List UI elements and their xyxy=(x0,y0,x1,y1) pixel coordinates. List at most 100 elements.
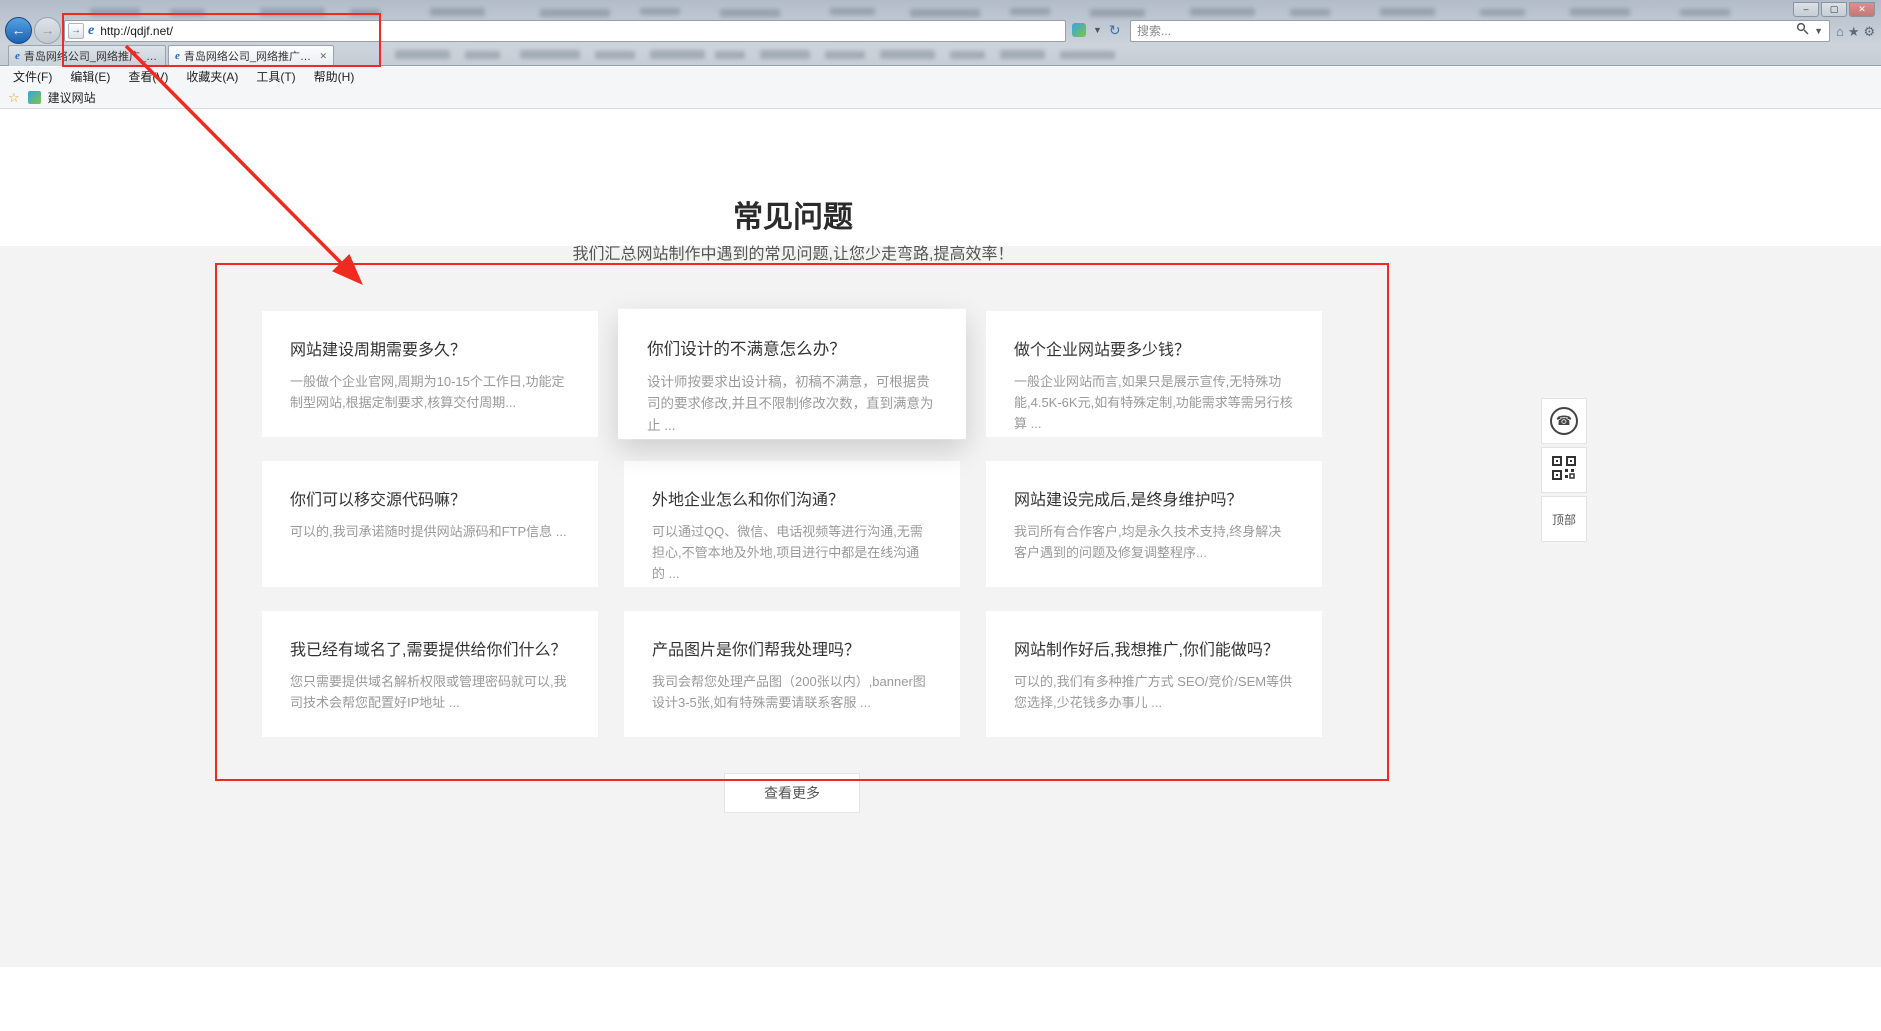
faq-card-title: 外地企业怎么和你们沟通？ xyxy=(652,486,932,510)
refresh-icon[interactable]: ↻ xyxy=(1109,23,1121,37)
menu-item[interactable]: 编辑(E) xyxy=(61,67,119,87)
blur-artifact xyxy=(1380,8,1435,16)
home-icon[interactable]: ⌂ xyxy=(1836,24,1844,40)
minimize-button[interactable]: – xyxy=(1793,2,1819,17)
close-button[interactable]: ✕ xyxy=(1849,2,1875,17)
faq-card-title: 我已经有域名了,需要提供给你们什么？ xyxy=(290,636,570,660)
faq-card[interactable]: 你们设计的不满意怎么办？ 设计师按要求出设计稿，初稿不满意，可根据贵司的要求修改… xyxy=(618,309,966,439)
faq-card[interactable]: 网站建设周期需要多久？ 一般做个企业官网,周期为10-15个工作日,功能定制型网… xyxy=(262,311,598,437)
faq-card-title: 网站建设完成后,是终身维护吗？ xyxy=(1014,486,1294,510)
back-to-top-widget[interactable]: 顶部 xyxy=(1541,496,1587,542)
tab-label: 青岛网络公司_网络推广_网... xyxy=(184,48,315,64)
browser-tab-2[interactable]: e 青岛网络公司_网络推广_网... ✕ xyxy=(168,45,334,66)
blur-artifact xyxy=(910,9,980,17)
favorites-star-icon[interactable]: ☆ xyxy=(8,90,20,106)
browser-tab-1[interactable]: e 青岛网络公司_网络推广_网站... xyxy=(8,45,166,66)
window-controls: – ▢ ✕ xyxy=(1793,2,1875,17)
faq-card-body: 您只需要提供域名解析权限或管理密码就可以,我司技术会帮您配置好IP地址 ... xyxy=(290,671,570,713)
menu-item[interactable]: 文件(F) xyxy=(4,67,61,87)
suggested-sites-icon xyxy=(28,91,41,104)
search-input[interactable] xyxy=(1137,24,1796,38)
search-dropdown-icon[interactable]: ▼ xyxy=(1814,26,1823,36)
faq-card[interactable]: 产品图片是你们帮我处理吗？ 我司会帮您处理产品图（200张以内）,banner图… xyxy=(624,611,960,737)
blur-artifact xyxy=(430,8,485,16)
back-button[interactable]: ← xyxy=(5,17,32,44)
faq-card[interactable]: 我已经有域名了,需要提供给你们什么？ 您只需要提供域名解析权限或管理密码就可以,… xyxy=(262,611,598,737)
menu-item[interactable]: 查看(V) xyxy=(119,67,177,87)
faq-card-body: 设计师按要求出设计稿，初稿不满意，可根据贵司的要求修改,并且不限制修改次数，直到… xyxy=(647,371,937,436)
address-bar[interactable]: → e http://qdjf.net/ xyxy=(64,20,1066,42)
faq-card-body: 我司会帮您处理产品图（200张以内）,banner图设计3-5张,如有特殊需要请… xyxy=(652,671,932,713)
faq-card[interactable]: 你们可以移交源代码嘛？ 可以的,我司承诺随时提供网站源码和FTP信息 ... xyxy=(262,461,598,587)
blur-artifact xyxy=(1190,8,1255,16)
faq-card-title: 网站建设周期需要多久？ xyxy=(290,336,570,360)
faq-card-body: 一般企业网站而言,如果只是展示宣传,无特殊功能,4.5K-6K元,如有特殊定制,… xyxy=(1014,371,1294,434)
suggested-sites-label[interactable]: 建议网站 xyxy=(48,89,96,106)
blur-artifact xyxy=(1290,9,1330,16)
blur-artifact xyxy=(720,9,780,17)
tab-close-icon[interactable]: ✕ xyxy=(319,51,327,62)
blur-artifact xyxy=(1680,9,1730,16)
faq-card-body: 可以的,我们有多种推广方式 SEO/竞价/SEM等供您选择,少花钱多办事儿 ..… xyxy=(1014,671,1294,713)
address-dropdown-icon[interactable]: ▼ xyxy=(1093,25,1102,35)
tab-label: 青岛网络公司_网络推广_网站... xyxy=(24,48,159,64)
faq-card-body: 一般做个企业官网,周期为10-15个工作日,功能定制型网站,根据定制要求,核算交… xyxy=(290,371,570,413)
faq-card-title: 网站制作好后,我想推广,你们能做吗？ xyxy=(1014,636,1294,660)
site-plugin-icon[interactable] xyxy=(1072,23,1086,37)
faq-card-title: 产品图片是你们帮我处理吗？ xyxy=(652,636,932,660)
tab-favicon: e xyxy=(15,50,20,62)
blur-artifact xyxy=(170,9,205,16)
faq-section-subtitle: 我们汇总网站制作中遇到的常见问题,让您少走弯路,提高效率！ xyxy=(0,240,1586,264)
forward-button[interactable]: → xyxy=(34,17,61,44)
tab-favicon: e xyxy=(175,50,180,62)
faq-card-title: 做个企业网站要多少钱？ xyxy=(1014,336,1294,360)
browser-chrome: – ▢ ✕ ← → → e http://qdjf.net/ ▼ ↻ ▼ ⌂ ★… xyxy=(0,0,1881,66)
blur-artifact xyxy=(260,8,325,16)
tools-icon[interactable]: ⚙ xyxy=(1864,24,1876,40)
menu-item[interactable]: 收藏夹(A) xyxy=(177,67,247,87)
blur-artifact xyxy=(1090,9,1145,17)
back-to-top-label: 顶部 xyxy=(1552,511,1576,528)
blur-artifact xyxy=(830,8,875,15)
url-text[interactable]: http://qdjf.net/ xyxy=(100,24,173,38)
faq-card-title: 你们设计的不满意怎么办？ xyxy=(647,335,937,360)
view-more-button[interactable]: 查看更多 xyxy=(724,773,860,813)
blur-artifact xyxy=(540,9,610,17)
phone-widget[interactable]: ☎ xyxy=(1541,398,1587,444)
page-viewport: 常见问题 我们汇总网站制作中遇到的常见问题,让您少走弯路,提高效率！ 网站建设周… xyxy=(0,109,1881,1031)
faq-card[interactable]: 做个企业网站要多少钱？ 一般企业网站而言,如果只是展示宣传,无特殊功能,4.5K… xyxy=(986,311,1322,437)
blur-artifact xyxy=(90,8,140,16)
screen: – ▢ ✕ ← → → e http://qdjf.net/ ▼ ↻ ▼ ⌂ ★… xyxy=(0,0,1881,1031)
search-icon[interactable] xyxy=(1796,22,1809,40)
faq-card-title: 你们可以移交源代码嘛？ xyxy=(290,486,570,510)
menu-item[interactable]: 帮助(H) xyxy=(305,67,364,87)
faq-section-title: 常见问题 xyxy=(0,192,1586,236)
favorites-bar: ☆ 建议网站 xyxy=(0,87,1881,109)
menu-bar: 文件(F) 编辑(E) 查看(V) 收藏夹(A) 工具(T) 帮助(H) xyxy=(0,67,1881,87)
phone-icon: ☎ xyxy=(1550,407,1578,435)
faq-card[interactable]: 网站制作好后,我想推广,你们能做吗？ 可以的,我们有多种推广方式 SEO/竞价/… xyxy=(986,611,1322,737)
maximize-button[interactable]: ▢ xyxy=(1821,2,1847,17)
floating-toolbar: ☎ 顶部 xyxy=(1541,398,1587,542)
faq-card-body: 可以的,我司承诺随时提供网站源码和FTP信息 ... xyxy=(290,521,570,542)
faq-card-grid: 网站建设周期需要多久？ 一般做个企业官网,周期为10-15个工作日,功能定制型网… xyxy=(262,311,1322,737)
faq-card-body: 可以通过QQ、微信、电话视频等进行沟通,无需担心,不管本地及外地,项目进行中都是… xyxy=(652,521,932,584)
blur-artifact xyxy=(1480,9,1525,16)
faq-card[interactable]: 网站建设完成后,是终身维护吗？ 我司所有合作客户,均是永久技术支持,终身解决客户… xyxy=(986,461,1322,587)
favorites-icon[interactable]: ★ xyxy=(1848,24,1860,40)
faq-card[interactable]: 外地企业怎么和你们沟通？ 可以通过QQ、微信、电话视频等进行沟通,无需担心,不管… xyxy=(624,461,960,587)
blur-artifact xyxy=(640,8,680,15)
search-box: ▼ xyxy=(1130,20,1830,42)
ie-favicon: e xyxy=(88,23,94,39)
faq-card-body: 我司所有合作客户,均是永久技术支持,终身解决客户遇到的问题及修复调整程序... xyxy=(1014,521,1294,563)
qrcode-icon xyxy=(1552,456,1576,485)
address-bar-icons: ▼ ↻ xyxy=(1072,23,1121,37)
toolbar-right-icons: ⌂ ★ ⚙ xyxy=(1836,24,1875,40)
tab-bar: e 青岛网络公司_网络推广_网站... e 青岛网络公司_网络推广_网... ✕ xyxy=(0,44,1881,66)
qrcode-widget[interactable] xyxy=(1541,447,1587,493)
blur-artifact xyxy=(1010,8,1050,15)
address-quick-icon[interactable]: → xyxy=(68,23,84,39)
menu-item[interactable]: 工具(T) xyxy=(247,67,304,87)
blur-artifact xyxy=(350,9,380,16)
blur-artifact xyxy=(1570,8,1630,16)
